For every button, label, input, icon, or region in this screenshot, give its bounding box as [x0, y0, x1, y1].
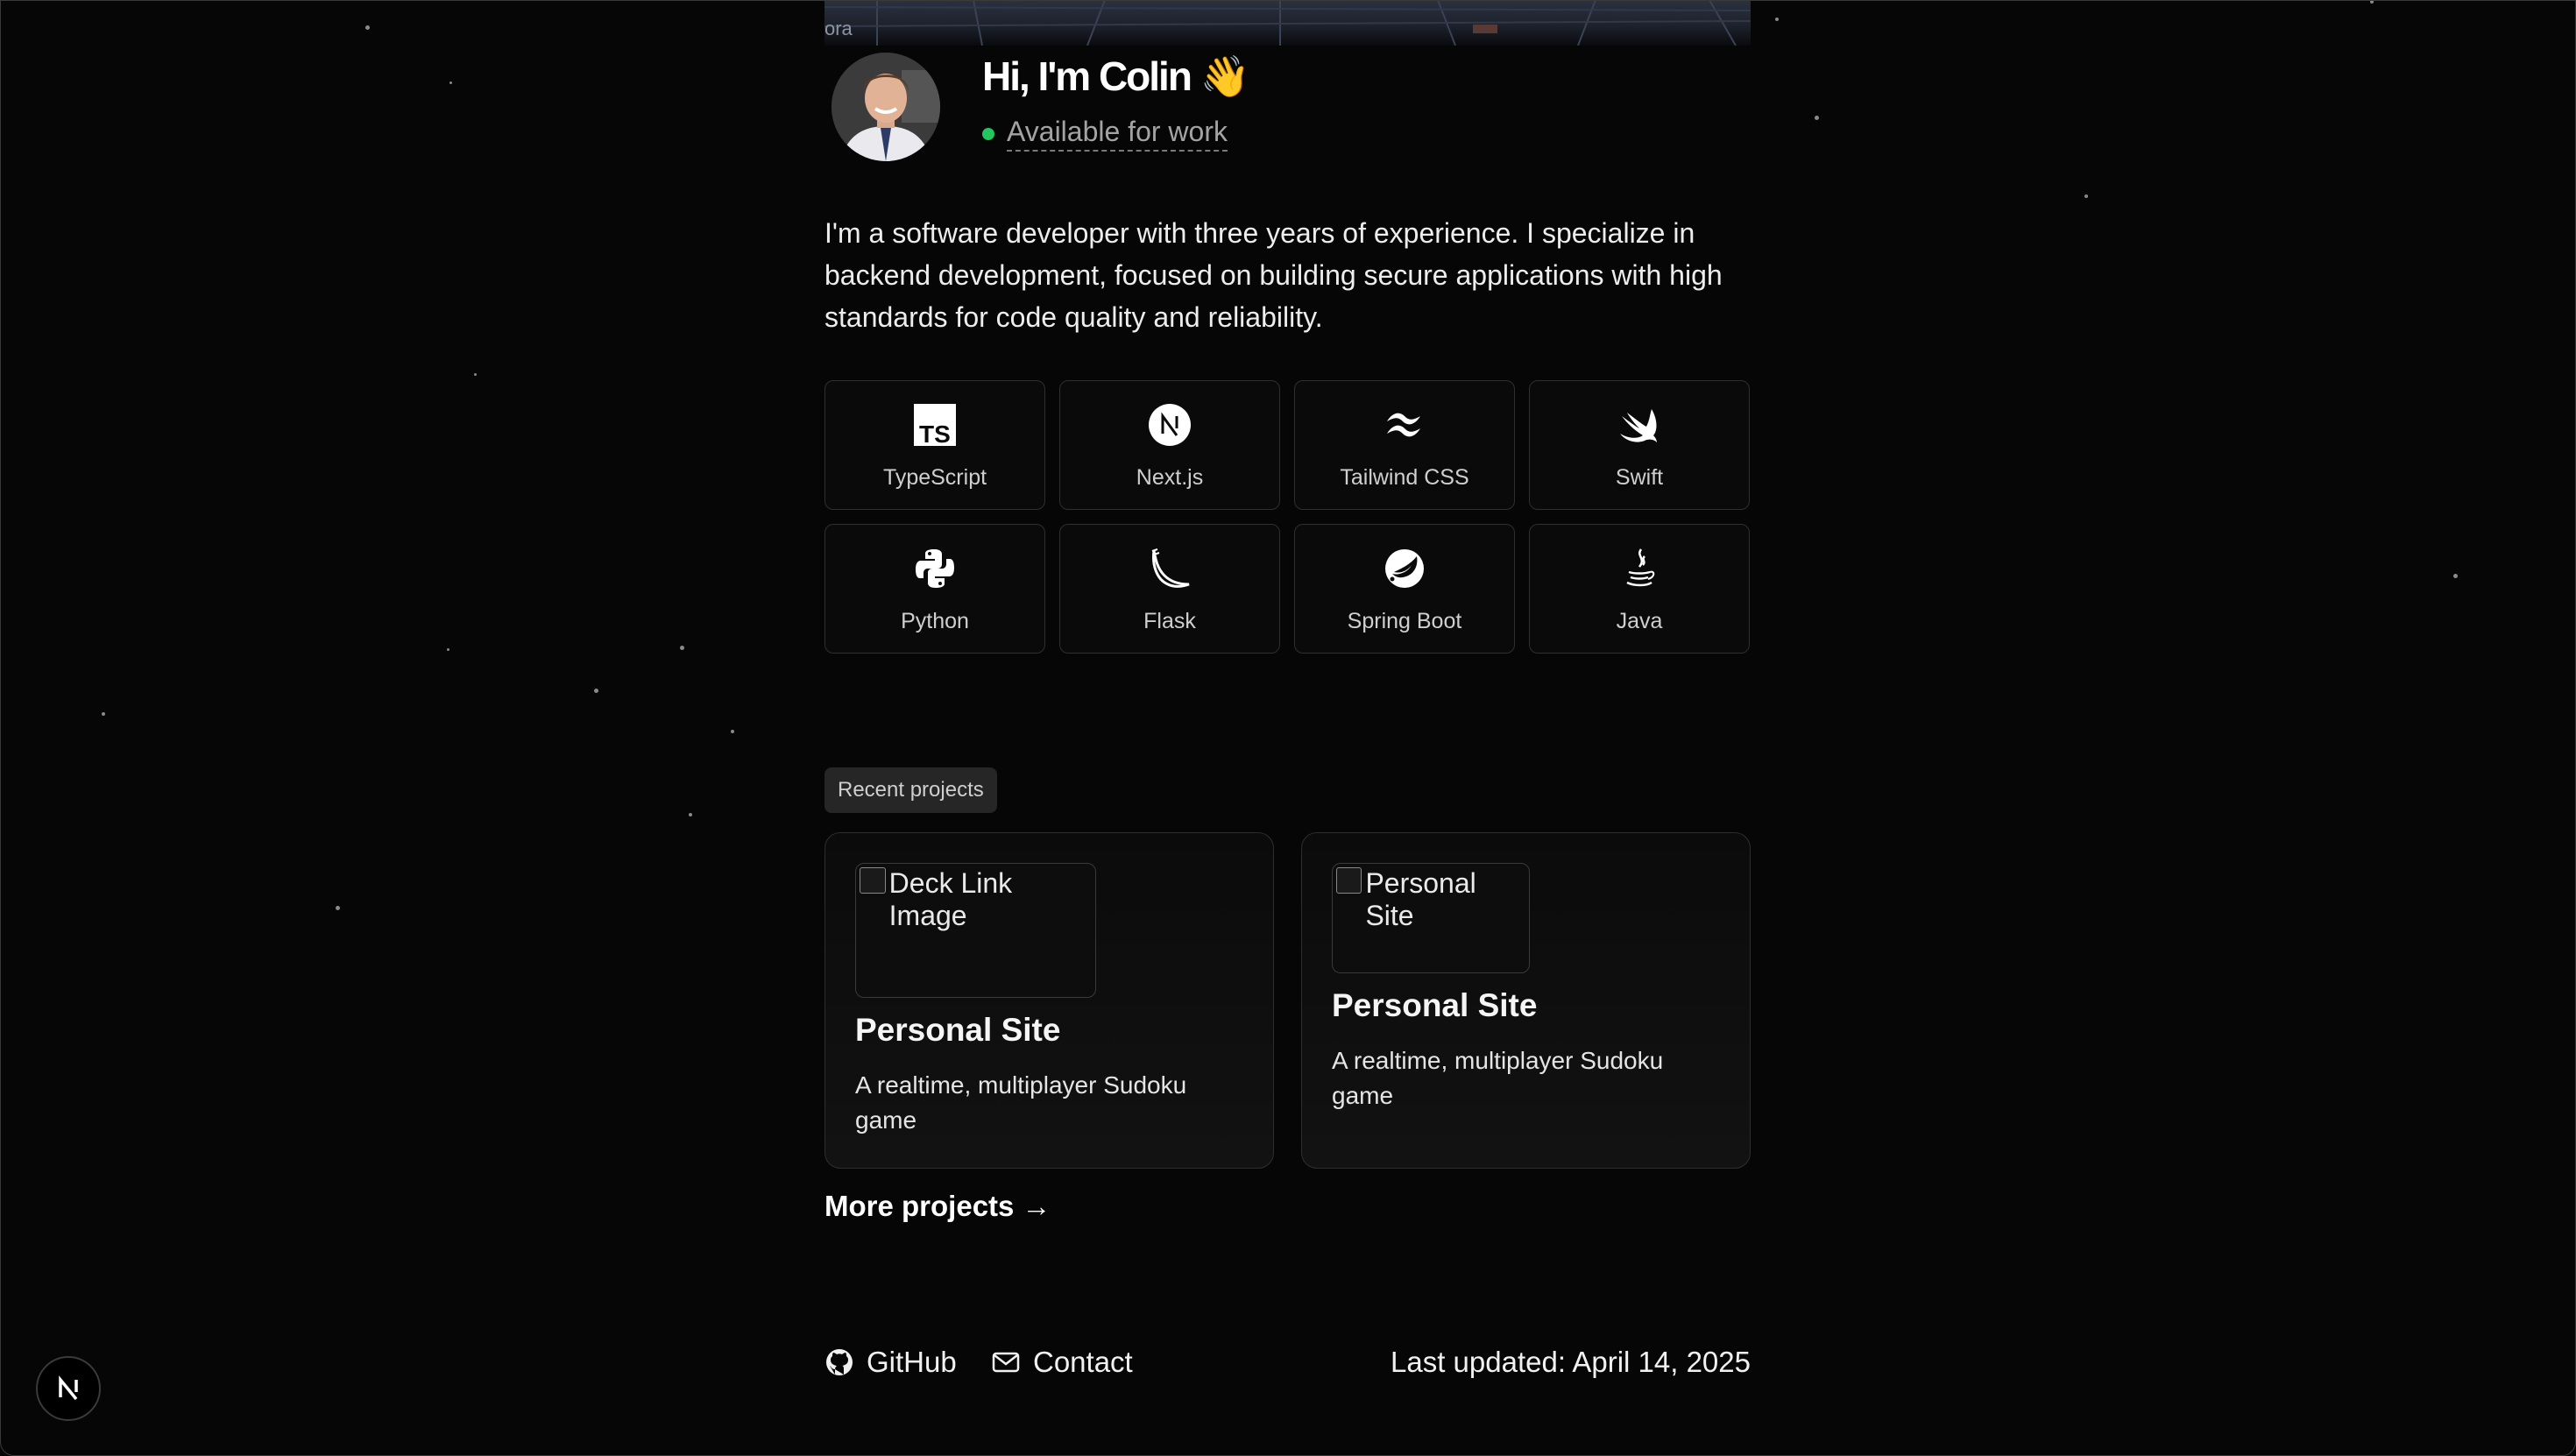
github-icon — [826, 1349, 853, 1375]
tech-tile-java[interactable]: Java — [1529, 524, 1750, 654]
last-updated-text: Last updated: April 14, 2025 — [1391, 1346, 1751, 1378]
tech-tile-spring-boot[interactable]: Spring Boot — [1294, 524, 1515, 654]
avatar-image — [832, 53, 940, 161]
project-image-alt: Deck Link Image — [888, 867, 1013, 931]
tech-label: Next.js — [1136, 465, 1204, 490]
tech-tile-python[interactable]: Python — [824, 524, 1045, 654]
star — [365, 25, 370, 30]
star — [102, 712, 105, 716]
tech-label: TypeScript — [882, 465, 987, 490]
svg-text:TS: TS — [919, 421, 951, 448]
github-link[interactable]: GitHub — [824, 1346, 957, 1379]
availability-status[interactable]: Available for work — [982, 116, 1228, 152]
more-projects-link[interactable]: More projects → — [824, 1190, 1051, 1223]
star — [447, 648, 449, 651]
spring-boot-icon — [1385, 549, 1424, 588]
star — [336, 906, 340, 910]
project-title[interactable]: Personal Site — [1332, 987, 1537, 1024]
project-image-alt: Personal Site — [1365, 867, 1476, 931]
bio-paragraph: I'm a software developer with three year… — [824, 217, 1723, 333]
star — [449, 81, 452, 84]
tech-label: Spring Boot — [1347, 609, 1462, 633]
java-icon — [1626, 548, 1655, 587]
page: ora Hi, I'm Colin 👋 Available for work I… — [0, 0, 2576, 1456]
project-title[interactable]: Personal Site — [855, 1012, 1060, 1049]
tech-stack-grid: TS TypeScript Next.js Tailwind CSS Swift… — [824, 380, 1751, 654]
contact-link[interactable]: Contact — [991, 1346, 1133, 1379]
star — [680, 646, 684, 650]
star — [2084, 194, 2088, 198]
footer: GitHub Contact Last updated: April 14, 2… — [824, 1346, 1751, 1384]
profile-header: Hi, I'm Colin 👋 Available for work — [824, 53, 1751, 166]
project-card[interactable]: Personal Site Personal Site A realtime, … — [1301, 832, 1751, 1169]
mail-icon — [992, 1352, 1020, 1373]
status-dot-icon — [982, 127, 994, 140]
nextjs-dev-badge[interactable] — [36, 1356, 101, 1421]
tech-label: Tailwind CSS — [1340, 465, 1469, 490]
project-image: Deck Link Image — [855, 863, 1096, 998]
swift-icon — [1620, 409, 1657, 442]
tech-tile-flask[interactable]: Flask — [1059, 524, 1280, 654]
availability-label: Available for work — [1007, 116, 1228, 152]
nextjs-icon — [1149, 404, 1191, 446]
broken-image-icon — [1336, 867, 1362, 894]
github-label: GitHub — [867, 1346, 957, 1378]
python-icon — [916, 549, 954, 588]
project-description: A realtime, multiplayer Sudoku game — [1332, 1047, 1664, 1109]
typescript-icon: TS — [914, 404, 956, 448]
contact-label: Contact — [1033, 1346, 1133, 1378]
tech-label: Flask — [1143, 609, 1196, 633]
star — [2453, 574, 2458, 578]
tech-tile-tailwind[interactable]: Tailwind CSS — [1294, 380, 1515, 510]
project-card[interactable]: Deck Link Image Personal Site A realtime… — [824, 832, 1274, 1169]
tech-tile-swift[interactable]: Swift — [1529, 380, 1750, 510]
star — [594, 689, 598, 693]
star — [474, 373, 477, 376]
recent-projects-badge: Recent projects — [824, 767, 997, 813]
avatar — [832, 53, 940, 161]
map-roads — [824, 0, 1751, 46]
tech-label: Java — [1616, 609, 1663, 633]
tailwind-icon — [1387, 413, 1420, 437]
tech-tile-typescript[interactable]: TS TypeScript — [824, 380, 1045, 510]
nextjs-dev-icon — [59, 1375, 78, 1401]
star — [689, 813, 692, 816]
broken-image-icon — [860, 867, 886, 894]
tech-label: Python — [901, 609, 969, 633]
star — [1815, 116, 1819, 120]
map-place-label: ora — [824, 18, 853, 39]
tech-tile-nextjs[interactable]: Next.js — [1059, 380, 1280, 510]
project-description: A realtime, multiplayer Sudoku game — [855, 1071, 1187, 1134]
project-image: Personal Site — [1332, 863, 1530, 973]
tech-label: Swift — [1615, 465, 1664, 490]
flask-icon — [1151, 548, 1190, 588]
star — [2370, 0, 2374, 4]
star — [1775, 18, 1779, 21]
greeting-heading: Hi, I'm Colin 👋 — [982, 53, 1250, 99]
map-banner: ora — [824, 0, 1751, 46]
star — [731, 730, 734, 733]
